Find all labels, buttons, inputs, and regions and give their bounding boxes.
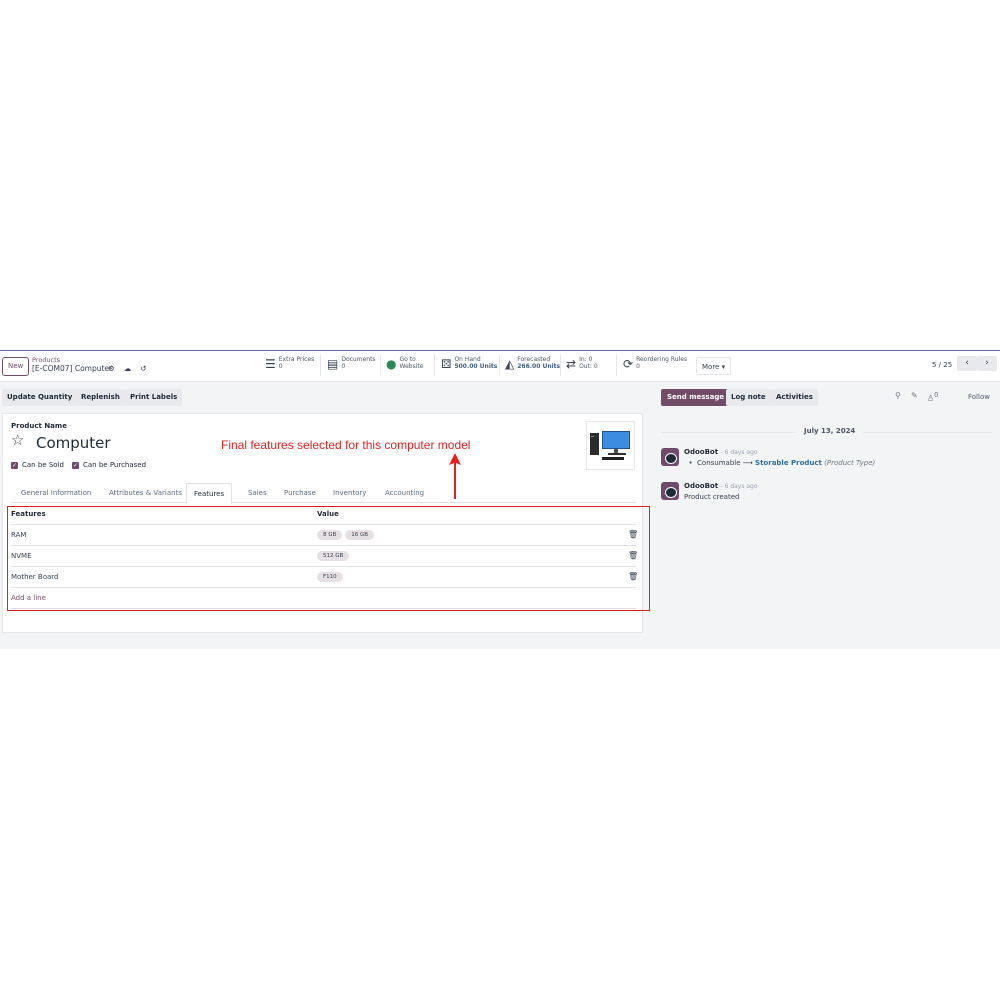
smart-button-reordering-rules[interactable]: ⟳ Reordering Rules 0 — [623, 356, 687, 376]
message-author[interactable]: OdooBot — [684, 448, 718, 456]
product-name-label: Product Name — [11, 422, 67, 430]
arrow-right-icon: ⟶ — [742, 459, 753, 467]
smart-button-on-hand[interactable]: ⚄ On Hand 500.00 Units — [441, 356, 497, 376]
tab-sales[interactable]: Sales — [248, 483, 267, 503]
log-note-button[interactable]: Log note — [726, 389, 771, 406]
breadcrumb-current: [E-COM07] Computer — [32, 364, 113, 373]
pager-next-button[interactable]: › — [977, 356, 997, 371]
date-separator: July 13, 2024 — [796, 427, 864, 435]
tracked-field: (Product Type) — [824, 459, 876, 467]
search-icon[interactable]: ⚲ — [895, 391, 901, 400]
product-name-field[interactable]: Computer — [36, 434, 111, 452]
star-icon[interactable]: ☆ — [11, 431, 24, 449]
record-actions: ⚙ ☁ ↺ — [108, 364, 147, 373]
more-dropdown[interactable]: More ▾ — [696, 357, 732, 375]
divider — [320, 355, 321, 376]
form-tabs: General Information Attributes & Variant… — [11, 483, 636, 504]
tab-purchase[interactable]: Purchase — [284, 483, 316, 503]
smart-button-forecasted[interactable]: ◭ Forecasted 266.00 Units — [505, 356, 560, 376]
discard-icon[interactable]: ↺ — [140, 364, 146, 373]
breadcrumb: Products [E-COM07] Computer — [32, 356, 112, 374]
smart-button-extra-prices[interactable]: ☰ Extra Prices 0 — [265, 356, 314, 376]
control-panel: New Products [E-COM07] Computer ⚙ ☁ ↺ ☰ … — [0, 351, 1000, 382]
list-icon: ☰ — [265, 357, 276, 371]
divider — [499, 355, 500, 376]
tab-features[interactable]: Features — [186, 483, 233, 504]
divider — [560, 355, 561, 376]
print-labels-button[interactable]: Print Labels — [125, 389, 183, 406]
tab-general-information[interactable]: General Information — [21, 483, 91, 503]
can-be-purchased-checkbox[interactable]: ✓ Can be Purchased — [72, 461, 146, 469]
highlight-box — [7, 506, 650, 611]
annotation-text: Final features selected for this compute… — [221, 438, 471, 452]
gear-icon[interactable]: ⚙ — [108, 364, 115, 373]
tab-accounting[interactable]: Accounting — [385, 483, 424, 503]
smart-button-go-to-website[interactable]: ● Go to Website — [386, 356, 423, 376]
smart-button-in-out[interactable]: ⇄ In: 0 Out: 0 — [566, 356, 598, 376]
new-button[interactable]: New — [2, 357, 30, 376]
product-image[interactable] — [586, 421, 635, 470]
exchange-icon: ⇄ — [566, 357, 577, 371]
replenish-button[interactable]: Replenish — [76, 389, 125, 406]
new-value: Storable Product — [755, 459, 822, 467]
area-chart-icon: ◭ — [505, 357, 515, 371]
pager-value[interactable]: 5 / 25 — [932, 361, 952, 369]
update-quantity-button[interactable]: Update Quantity — [2, 389, 78, 406]
divider — [434, 355, 435, 376]
message-author[interactable]: OdooBot — [684, 482, 718, 490]
cloud-save-icon[interactable]: ☁ — [124, 364, 132, 373]
cubes-icon: ⚄ — [441, 357, 452, 371]
breadcrumb-products-link[interactable]: Products — [32, 356, 112, 364]
activities-button[interactable]: Activities — [771, 389, 818, 406]
paperclip-icon[interactable]: ✎ — [911, 391, 918, 400]
chevron-left-icon: ‹ — [965, 358, 969, 368]
follower-count: 0 — [934, 391, 939, 399]
pager-previous-button[interactable]: ‹ — [957, 356, 977, 371]
message-body: Product created — [684, 493, 740, 501]
tracking-value: • Consumable ⟶ Storable Product (Product… — [684, 459, 876, 467]
avatar[interactable] — [661, 482, 679, 500]
chevron-right-icon: › — [985, 358, 989, 368]
smart-button-documents[interactable]: ▤ Documents 0 — [327, 356, 376, 376]
document-icon: ▤ — [327, 357, 339, 371]
send-message-button[interactable]: Send message — [661, 389, 731, 406]
tab-inventory[interactable]: Inventory — [333, 483, 366, 503]
avatar[interactable] — [661, 448, 679, 466]
divider — [616, 355, 617, 376]
follow-button[interactable]: Follow — [968, 393, 990, 401]
refresh-icon: ⟳ — [623, 357, 634, 371]
can-be-sold-checkbox[interactable]: ✓ Can be Sold — [11, 461, 64, 469]
message-time: - 6 days ago — [720, 483, 758, 490]
divider — [380, 355, 381, 376]
checkmark-icon: ✓ — [11, 461, 18, 469]
followers-button[interactable]: ♙0 — [927, 391, 938, 403]
checkmark-icon: ✓ — [72, 461, 79, 469]
old-value: Consumable — [697, 459, 741, 467]
tab-attributes-variants[interactable]: Attributes & Variants — [109, 483, 182, 503]
computer-image — [590, 431, 630, 460]
message-time: - 6 days ago — [720, 449, 758, 456]
globe-icon: ● — [386, 357, 397, 371]
annotation-arrow-icon — [449, 453, 461, 499]
